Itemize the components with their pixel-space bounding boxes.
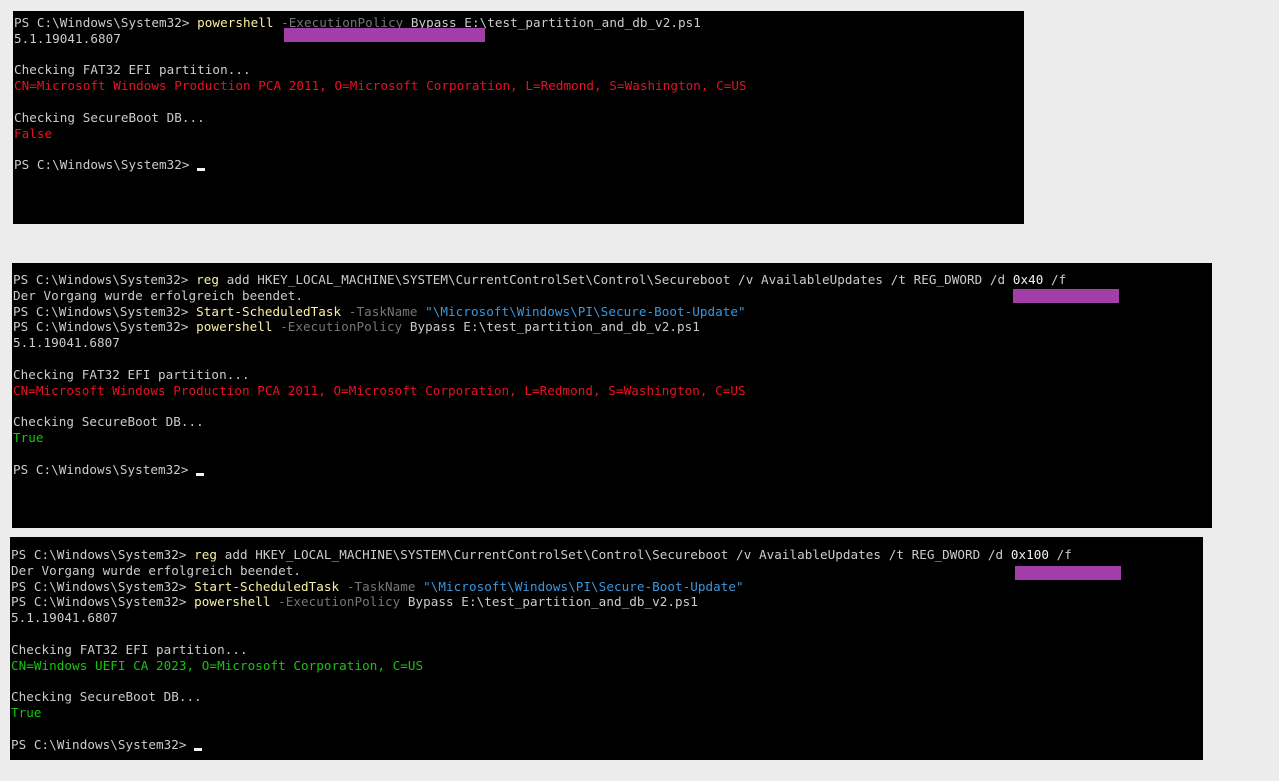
command-line: PS C:\Windows\System32> reg add HKEY_LOC… [11, 547, 1072, 562]
command-line: PS C:\Windows\System32> reg add HKEY_LOC… [13, 272, 1067, 287]
command-line: PS C:\Windows\System32> powershell -Exec… [13, 319, 700, 335]
prompt-line: PS C:\Windows\System32> [14, 157, 1024, 173]
check-db-output: Checking SecureBoot DB... [13, 414, 204, 430]
db-result-true: True [11, 704, 42, 720]
redaction-bar [284, 28, 485, 42]
version-output: 5.1.19041.6807 [11, 610, 118, 626]
cert-output: CN=Windows UEFI CA 2023, O=Microsoft Cor… [11, 657, 424, 673]
check-efi-output: Checking FAT32 EFI partition... [11, 641, 248, 657]
version-output: 5.1.19041.6807 [13, 335, 120, 351]
cert-output: CN=Microsoft Windows Production PCA 2011… [14, 78, 747, 94]
redaction-bar [1013, 289, 1119, 303]
check-db-output: Checking SecureBoot DB... [11, 689, 202, 705]
db-result-false: False [14, 125, 53, 141]
text-cursor [194, 747, 203, 751]
check-db-output: Checking SecureBoot DB... [14, 109, 205, 125]
db-result-true: True [13, 429, 44, 445]
command-line: PS C:\Windows\System32> powershell -Exec… [11, 594, 698, 610]
check-efi-output: Checking FAT32 EFI partition... [13, 366, 250, 382]
command-line: PS C:\Windows\System32> Start-ScheduledT… [13, 303, 746, 319]
prompt-line: PS C:\Windows\System32> [11, 737, 1203, 753]
check-efi-output: Checking FAT32 EFI partition... [14, 62, 251, 78]
terminal-window-1[interactable]: PS C:\Windows\System32> powershell -Exec… [13, 11, 1024, 224]
prompt-line: PS C:\Windows\System32> [13, 462, 1212, 478]
redaction-bar [1015, 566, 1121, 580]
command-line: PS C:\Windows\System32> Start-ScheduledT… [11, 578, 744, 594]
command-line: PS C:\Windows\System32> powershell -Exec… [14, 15, 701, 30]
cert-output: CN=Microsoft Windows Production PCA 2011… [13, 382, 746, 398]
text-cursor [196, 472, 205, 476]
version-output: 5.1.19041.6807 [14, 30, 121, 46]
text-cursor [197, 168, 206, 172]
